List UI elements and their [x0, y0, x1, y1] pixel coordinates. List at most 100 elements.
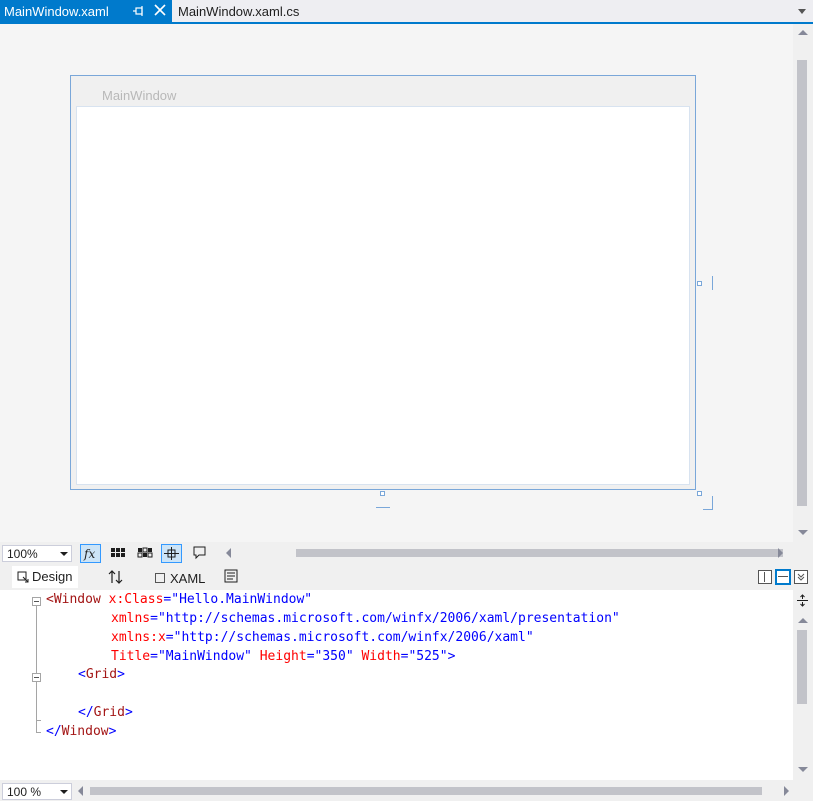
- scroll-left-arrow-icon[interactable]: [226, 548, 231, 558]
- snap-lines-button[interactable]: [161, 544, 182, 563]
- chevron-down-icon: [60, 552, 68, 556]
- token-tag: Grid: [93, 705, 125, 720]
- fx-button[interactable]: fx: [80, 544, 101, 563]
- xaml-icon: [155, 573, 165, 583]
- code-line-3: xmlns:x="http://schemas.microsoft.com/wi…: [111, 630, 534, 649]
- scroll-down-arrow-icon[interactable]: [798, 530, 808, 535]
- annotation-button[interactable]: [190, 544, 211, 563]
- token-tag: Window: [61, 724, 109, 739]
- token-value: "350": [314, 649, 354, 664]
- token-tag: Grid: [85, 667, 118, 682]
- grid-icon: [111, 548, 125, 557]
- designer-vertical-scrollbar[interactable]: [793, 24, 813, 542]
- rail-tick: [712, 496, 713, 509]
- window-preview[interactable]: MainWindow: [70, 75, 696, 490]
- close-icon[interactable]: [152, 2, 168, 18]
- split-handle-icon[interactable]: [796, 594, 809, 607]
- token-bracket: <: [46, 592, 54, 607]
- svg-text:fx: fx: [83, 547, 95, 561]
- zoom-value: 100%: [7, 547, 38, 561]
- xaml-editor[interactable]: <Window x:Class="Hello.MainWindow" xmlns…: [0, 590, 793, 780]
- scroll-thumb[interactable]: [296, 549, 783, 557]
- window-client-area[interactable]: [76, 106, 690, 485]
- token-bracket: >: [117, 667, 125, 682]
- chevron-down-icon: [60, 790, 68, 794]
- tab-label: MainWindow.xaml.cs: [178, 4, 300, 19]
- resize-grip-bottom[interactable]: [380, 491, 385, 496]
- outline-guide: [36, 732, 41, 733]
- code-line-2: xmlns="http://schemas.microsoft.com/winf…: [111, 611, 620, 630]
- designer-toolbar: 100% fx: [0, 542, 813, 564]
- tab-mainwindow-xaml[interactable]: MainWindow.xaml: [0, 0, 172, 22]
- token-attribute: xmlns:x: [111, 630, 166, 645]
- grid-button[interactable]: [108, 544, 129, 563]
- token-attribute: x:Class: [108, 592, 164, 607]
- design-icon: [17, 571, 29, 583]
- token-attribute: Width: [361, 649, 401, 664]
- snap-lines-icon: [164, 547, 179, 560]
- code-line-4: Title="MainWindow" Height="350" Width="5…: [111, 649, 455, 668]
- tab-design[interactable]: Design: [12, 566, 78, 588]
- token-attribute: xmlns: [111, 611, 151, 626]
- token-value: "http://schemas.microsoft.com/winfx/2006…: [157, 611, 620, 626]
- code-line-7: </Grid>: [78, 705, 133, 724]
- document-outline-icon[interactable]: [224, 569, 238, 583]
- collapse-window-icon[interactable]: [32, 597, 41, 606]
- code-line-1: <Window x:Class="Hello.MainWindow": [46, 592, 312, 611]
- tab-overflow-icon[interactable]: [795, 4, 809, 18]
- scroll-right-arrow-icon[interactable]: [778, 548, 783, 558]
- document-tab-strip: MainWindow.xaml MainWindow.xaml.cs: [0, 0, 813, 24]
- scroll-thumb[interactable]: [797, 630, 807, 704]
- rail-tick: [712, 276, 713, 290]
- tab-label: MainWindow.xaml: [4, 4, 109, 19]
- scroll-up-arrow-icon[interactable]: [798, 618, 808, 623]
- token-value: "MainWindow": [157, 649, 252, 664]
- token-value: "http://schemas.microsoft.com/winfx/2006…: [173, 630, 534, 645]
- scroll-left-arrow-icon[interactable]: [78, 786, 83, 796]
- outline-guide: [36, 682, 37, 732]
- token-tag: Window: [53, 592, 101, 607]
- resize-grip-right[interactable]: [697, 281, 702, 286]
- annotation-icon: [193, 546, 206, 560]
- token-value: "525": [408, 649, 448, 664]
- collapse-pane-icon[interactable]: [794, 570, 808, 584]
- editor-vertical-scrollbar[interactable]: [793, 590, 813, 780]
- editor-horizontal-scrollbar[interactable]: [76, 782, 794, 799]
- token-equals: =: [150, 611, 158, 626]
- token-bracket: >: [447, 649, 456, 664]
- resize-grip-corner[interactable]: [697, 491, 702, 496]
- window-title: MainWindow: [102, 88, 177, 103]
- token-value: "Hello.MainWindow": [171, 592, 313, 607]
- zoom-combo[interactable]: 100%: [2, 545, 72, 562]
- snap-grid-icon: [137, 547, 153, 558]
- designer-horizontal-scrollbar[interactable]: [222, 544, 792, 562]
- token-bracket: >: [124, 705, 133, 720]
- rail-tick: [376, 507, 390, 508]
- horizontal-split-icon[interactable]: [775, 569, 791, 585]
- tab-design-label: Design: [32, 569, 73, 584]
- token-bracket: <: [78, 667, 86, 682]
- editor-zoom-value: 100 %: [7, 785, 42, 799]
- collapse-grid-icon[interactable]: [32, 673, 41, 682]
- token-equals: =: [165, 630, 174, 645]
- design-surface[interactable]: MainWindow: [0, 24, 793, 542]
- code-line-5: <Grid>: [78, 667, 125, 686]
- token-attribute: Height: [259, 649, 307, 664]
- editor-zoom-combo[interactable]: 100 %: [2, 783, 72, 800]
- pin-icon[interactable]: [131, 3, 147, 19]
- split-view-bar: Design XAML: [0, 564, 813, 590]
- scroll-down-arrow-icon[interactable]: [798, 767, 808, 772]
- fx-icon: fx: [83, 547, 95, 561]
- token-bracket: </: [78, 705, 94, 720]
- code-line-8: </Window>: [46, 724, 116, 743]
- vertical-split-icon[interactable]: [758, 570, 772, 584]
- outline-guide: [36, 606, 37, 682]
- snap-grid-button[interactable]: [135, 544, 156, 563]
- scroll-thumb[interactable]: [90, 787, 762, 795]
- swap-panes-icon[interactable]: [107, 569, 125, 585]
- scroll-up-arrow-icon[interactable]: [798, 30, 808, 35]
- token-bracket: </: [46, 724, 62, 739]
- scroll-thumb[interactable]: [797, 60, 807, 506]
- token-bracket: >: [108, 724, 117, 739]
- scroll-right-arrow-icon[interactable]: [784, 786, 789, 796]
